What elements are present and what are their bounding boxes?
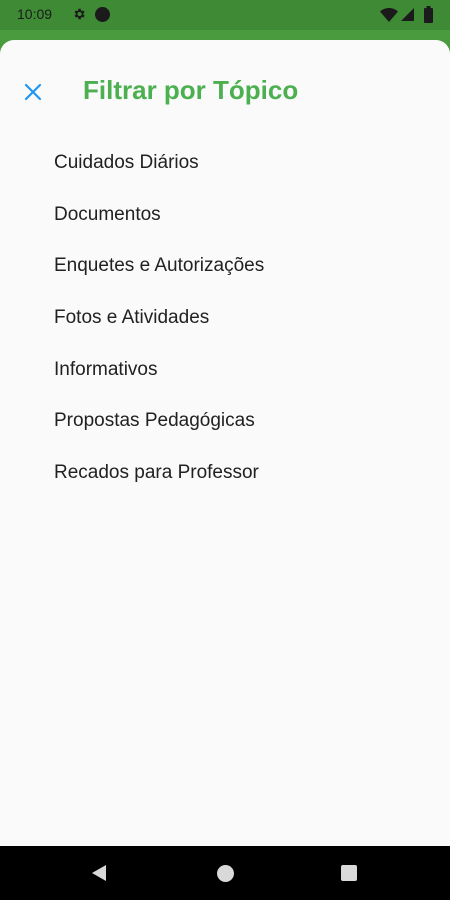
notification-dot-icon: [95, 7, 110, 22]
sheet-title: Filtrar por Tópico: [83, 75, 299, 105]
back-icon[interactable]: [90, 864, 108, 882]
recents-icon[interactable]: [341, 865, 357, 881]
gear-icon: [74, 8, 85, 20]
topic-item-documentos[interactable]: Documentos: [0, 189, 450, 241]
topic-item-enquetes-autorizacoes[interactable]: Enquetes e Autorizações: [0, 240, 450, 292]
topic-list: Cuidados Diários Documentos Enquetes e A…: [0, 137, 450, 499]
topic-item-recados-professor[interactable]: Recados para Professor: [0, 447, 450, 499]
filter-sheet: Filtrar por Tópico Cuidados Diários Docu…: [0, 40, 450, 846]
topic-item-cuidados-diarios[interactable]: Cuidados Diários: [0, 137, 450, 189]
close-button[interactable]: [16, 75, 50, 109]
home-icon[interactable]: [217, 865, 234, 882]
signal-icon: [401, 8, 414, 21]
status-time: 10:09: [17, 6, 53, 22]
topic-item-fotos-atividades[interactable]: Fotos e Atividades: [0, 292, 450, 344]
battery-icon: [424, 6, 433, 23]
close-icon: [24, 83, 42, 101]
topic-item-propostas-pedagogicas[interactable]: Propostas Pedagógicas: [0, 395, 450, 447]
app-screen: 10:09 Filtrar por Tópico Cuidados Diário…: [0, 0, 450, 900]
status-bar: 10:09: [0, 0, 450, 30]
navigation-bar: [0, 846, 450, 900]
topic-item-informativos[interactable]: Informativos: [0, 344, 450, 396]
wifi-icon: [380, 8, 398, 22]
